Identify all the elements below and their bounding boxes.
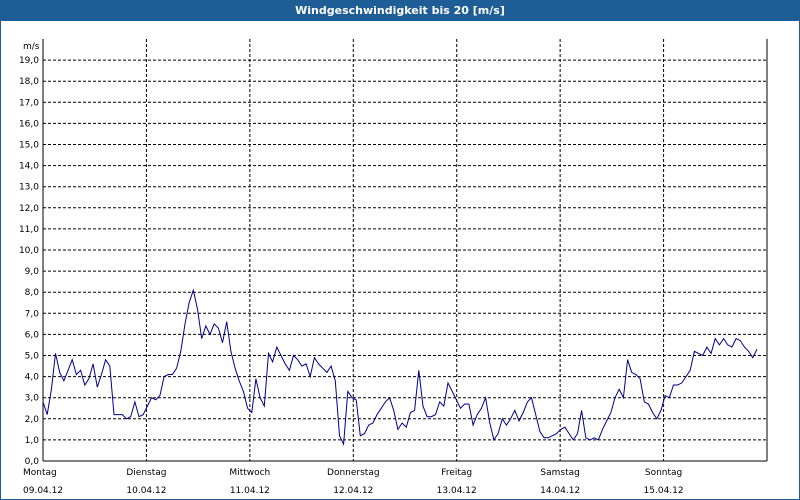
x-tick-day: Montag bbox=[23, 468, 57, 478]
x-tick-date: 14.04.12 bbox=[540, 486, 580, 496]
x-tick-date: 13.04.12 bbox=[437, 486, 477, 496]
y-tick-label: 19,0 bbox=[19, 56, 39, 66]
y-axis-unit-label: m/s bbox=[23, 42, 40, 52]
x-tick-day: Dienstag bbox=[126, 468, 166, 478]
y-tick-label: 6,0 bbox=[25, 330, 40, 340]
y-tick-label: 1,0 bbox=[25, 436, 40, 446]
x-tick-date: 09.04.12 bbox=[23, 486, 63, 496]
y-tick-label: 0,0 bbox=[25, 457, 40, 467]
y-tick-label: 13,0 bbox=[19, 183, 39, 193]
y-tick-label: 4,0 bbox=[25, 373, 40, 383]
y-tick-label: 8,0 bbox=[25, 288, 40, 298]
y-tick-label: 2,0 bbox=[25, 415, 40, 425]
x-tick-date: 11.04.12 bbox=[230, 486, 270, 496]
y-tick-label: 18,0 bbox=[19, 77, 39, 87]
x-tick-day: Samstag bbox=[540, 468, 579, 478]
x-tick-date: 12.04.12 bbox=[333, 486, 373, 496]
y-tick-label: 9,0 bbox=[25, 267, 40, 277]
y-tick-labels: 0,0 1,0 2,0 3,0 4,0 5,0 6,0 7,0 8,0 9,0 10,0 11,0 12… bbox=[19, 56, 39, 467]
x-tick-day: Donnerstag bbox=[327, 468, 380, 478]
y-tick-label: 11,0 bbox=[19, 225, 39, 235]
chart-title: Windgeschwindigkeit bis 20 [m/s] bbox=[1, 1, 799, 21]
y-tick-label: 3,0 bbox=[25, 394, 40, 404]
y-tick-label: 5,0 bbox=[25, 352, 40, 362]
y-tick-label: 7,0 bbox=[25, 309, 40, 319]
x-tick-date: 10.04.12 bbox=[126, 486, 166, 496]
x-tick-day: Freitag bbox=[441, 468, 472, 478]
y-tick-label: 10,0 bbox=[19, 246, 39, 256]
x-tick-day: Sonntag bbox=[645, 468, 682, 478]
y-tick-label: 17,0 bbox=[19, 98, 39, 108]
y-tick-label: 15,0 bbox=[19, 141, 39, 151]
y-tick-label: 12,0 bbox=[19, 204, 39, 214]
wind-speed-chart: m/s 0,0 1,0 2,0 3,0 4,0 5,0 6,0 7,0 8,0 9,0 10,0 11… bbox=[19, 39, 768, 496]
x-tick-day: Mittwoch bbox=[229, 468, 270, 478]
x-tick-date: 15.04.12 bbox=[644, 486, 684, 496]
chart-window: Windgeschwindigkeit bis 20 [m/s] m/s 0,0… bbox=[0, 0, 800, 500]
y-tick-label: 16,0 bbox=[19, 119, 39, 129]
y-tick-label: 14,0 bbox=[19, 162, 39, 172]
x-tick-labels: Montag 09.04.12 Dienstag 10.04.12 Mittwoch 11… bbox=[23, 468, 684, 496]
